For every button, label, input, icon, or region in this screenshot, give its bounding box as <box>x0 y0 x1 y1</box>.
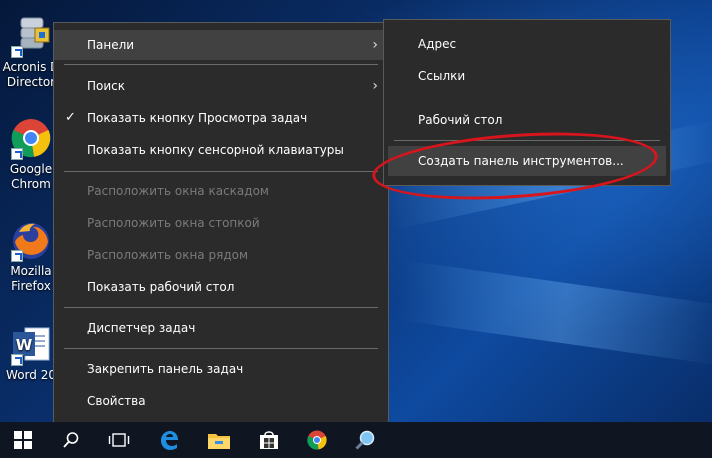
shortcut-arrow-icon <box>11 46 23 58</box>
menu-item-label: Свойства <box>87 394 146 408</box>
menu-item-label: Показать кнопку Просмотра задач <box>87 111 308 125</box>
menu-item-label: Панели <box>87 38 135 52</box>
chevron-right-icon: › <box>372 78 378 94</box>
windows-start-icon <box>14 431 32 449</box>
menu-item-task-manager[interactable]: Диспетчер задач <box>54 313 388 343</box>
submenu-item-desktop[interactable]: Рабочий стол <box>384 105 670 135</box>
acronis-icon <box>9 14 53 58</box>
word-icon: W <box>9 322 53 366</box>
menu-separator <box>64 307 378 308</box>
file-explorer-taskbar-button[interactable] <box>196 422 242 458</box>
chevron-right-icon: › <box>372 37 378 53</box>
menu-item-label: Рабочий стол <box>418 113 503 127</box>
menu-item-properties[interactable]: Свойства <box>54 386 388 416</box>
taskbar <box>0 422 712 458</box>
checkmark-icon: ✓ <box>65 110 76 125</box>
shortcut-arrow-icon <box>11 250 23 262</box>
chrome-icon <box>307 430 327 450</box>
submenu-item-address[interactable]: Адрес <box>384 29 670 59</box>
shortcut-arrow-icon <box>11 148 23 160</box>
wallpaper-beam <box>395 260 712 366</box>
magnifier-icon <box>355 430 375 450</box>
menu-item-label: Показать рабочий стол <box>87 280 235 294</box>
menu-item-lock-taskbar[interactable]: Закрепить панель задач <box>54 354 388 384</box>
search-icon <box>63 432 79 448</box>
menu-item-show-desktop[interactable]: Показать рабочий стол <box>54 272 388 302</box>
store-icon <box>260 431 278 449</box>
menu-item-search[interactable]: Поиск › <box>54 71 388 101</box>
chrome-taskbar-button[interactable] <box>294 422 340 458</box>
start-button[interactable] <box>0 422 46 458</box>
menu-item-label: Закрепить панель задач <box>87 362 244 376</box>
taskbar-context-menu: Панели › Поиск › ✓ Показать кнопку Просм… <box>53 22 389 424</box>
menu-item-label: Диспетчер задач <box>87 321 196 335</box>
svg-text:W: W <box>16 336 33 354</box>
menu-item-label: Адрес <box>418 37 457 51</box>
menu-separator <box>64 348 378 349</box>
task-view-icon <box>108 433 130 447</box>
menu-item-label: Ссылки <box>418 69 466 83</box>
edge-icon <box>161 431 178 450</box>
shortcut-arrow-icon <box>11 354 23 366</box>
firefox-icon <box>9 218 53 262</box>
menu-item-label: Поиск <box>87 79 126 93</box>
menu-item-stack: Расположить окна стопкой <box>54 208 388 238</box>
menu-item-label: Расположить окна стопкой <box>87 216 260 230</box>
menu-item-cascade: Расположить окна каскадом <box>54 176 388 206</box>
menu-item-label: Расположить окна каскадом <box>87 184 269 198</box>
task-view-button[interactable] <box>96 422 142 458</box>
search-button[interactable] <box>48 422 94 458</box>
menu-item-panels[interactable]: Панели › <box>54 30 388 60</box>
menu-separator <box>64 64 378 65</box>
menu-separator <box>64 171 378 172</box>
magnifier-taskbar-button[interactable] <box>342 422 388 458</box>
menu-item-show-task-view[interactable]: ✓ Показать кнопку Просмотра задач <box>54 103 388 133</box>
menu-item-label: Показать кнопку сенсорной клавиатуры <box>87 143 344 157</box>
menu-item-show-touch-keyboard[interactable]: Показать кнопку сенсорной клавиатуры <box>54 135 388 165</box>
edge-taskbar-button[interactable] <box>146 422 192 458</box>
store-taskbar-button[interactable] <box>246 422 292 458</box>
file-explorer-icon <box>208 434 230 449</box>
menu-item-side-by-side: Расположить окна рядом <box>54 240 388 270</box>
submenu-item-links[interactable]: Ссылки <box>384 61 670 91</box>
menu-item-label: Расположить окна рядом <box>87 248 249 262</box>
chrome-icon <box>9 116 53 160</box>
